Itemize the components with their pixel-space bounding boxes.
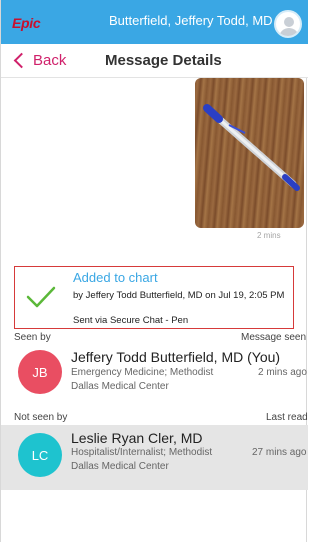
navigation-bar: Back Message Details bbox=[1, 44, 308, 78]
last-read-time: 27 mins ago bbox=[252, 447, 307, 458]
recipient-row-not-seen[interactable]: LC Leslie Ryan Cler, MD Hospitalist/Inte… bbox=[1, 425, 308, 490]
seen-by-label: Seen by bbox=[14, 332, 51, 343]
recipient-name: Leslie Ryan Cler, MD bbox=[71, 430, 203, 446]
recipient-row-seen[interactable]: JB Jeffery Todd Butterfield, MD (You) Em… bbox=[1, 346, 308, 411]
avatar-initials: LC bbox=[31, 447, 49, 463]
back-label: Back bbox=[33, 52, 67, 69]
not-seen-by-header: Not seen by Last read bbox=[1, 411, 308, 425]
avatar-initials: JB bbox=[32, 364, 48, 380]
epic-logo: Epic bbox=[12, 15, 41, 31]
current-user-name: Butterfield, Jeffery Todd, MD bbox=[109, 13, 273, 28]
avatar: JB bbox=[18, 350, 62, 394]
sent-via-text: Sent via Secure Chat - Pen bbox=[73, 315, 189, 326]
not-seen-by-label: Not seen by bbox=[14, 412, 68, 423]
recipient-organization: Dallas Medical Center bbox=[71, 461, 169, 472]
page-title: Message Details bbox=[105, 52, 222, 69]
pen-image-icon bbox=[203, 104, 300, 191]
message-details-screen: Epic Butterfield, Jeffery Todd, MD Back … bbox=[0, 0, 308, 542]
seen-by-header: Seen by Message seen bbox=[1, 331, 308, 345]
avatar-head-shape bbox=[284, 17, 294, 27]
back-button[interactable]: Back bbox=[13, 52, 66, 69]
last-read-label: Last read bbox=[266, 412, 308, 423]
chevron-left-icon bbox=[13, 52, 30, 69]
checkmark-icon bbox=[26, 286, 56, 308]
added-by-text: by Jeffery Todd Butterfield, MD on Jul 1… bbox=[73, 290, 285, 301]
added-to-chart-title[interactable]: Added to chart bbox=[73, 270, 158, 285]
avatar: LC bbox=[18, 433, 62, 477]
recipient-name: Jeffery Todd Butterfield, MD (You) bbox=[71, 349, 281, 365]
seen-time: 2 mins ago bbox=[258, 367, 307, 378]
added-to-chart-panel: Added to chart by Jeffery Todd Butterfie… bbox=[14, 266, 294, 329]
app-header: Epic Butterfield, Jeffery Todd, MD bbox=[1, 0, 308, 44]
message-seen-label: Message seen bbox=[241, 332, 307, 343]
recipient-department: Emergency Medicine; Methodist bbox=[71, 367, 214, 378]
message-photo[interactable] bbox=[195, 78, 304, 228]
recipient-organization: Dallas Medical Center bbox=[71, 381, 169, 392]
avatar-body-shape bbox=[279, 28, 299, 36]
message-timestamp: 2 mins bbox=[257, 231, 281, 240]
recipient-department: Hospitalist/Internalist; Methodist bbox=[71, 447, 213, 458]
user-avatar-icon[interactable] bbox=[274, 10, 302, 38]
